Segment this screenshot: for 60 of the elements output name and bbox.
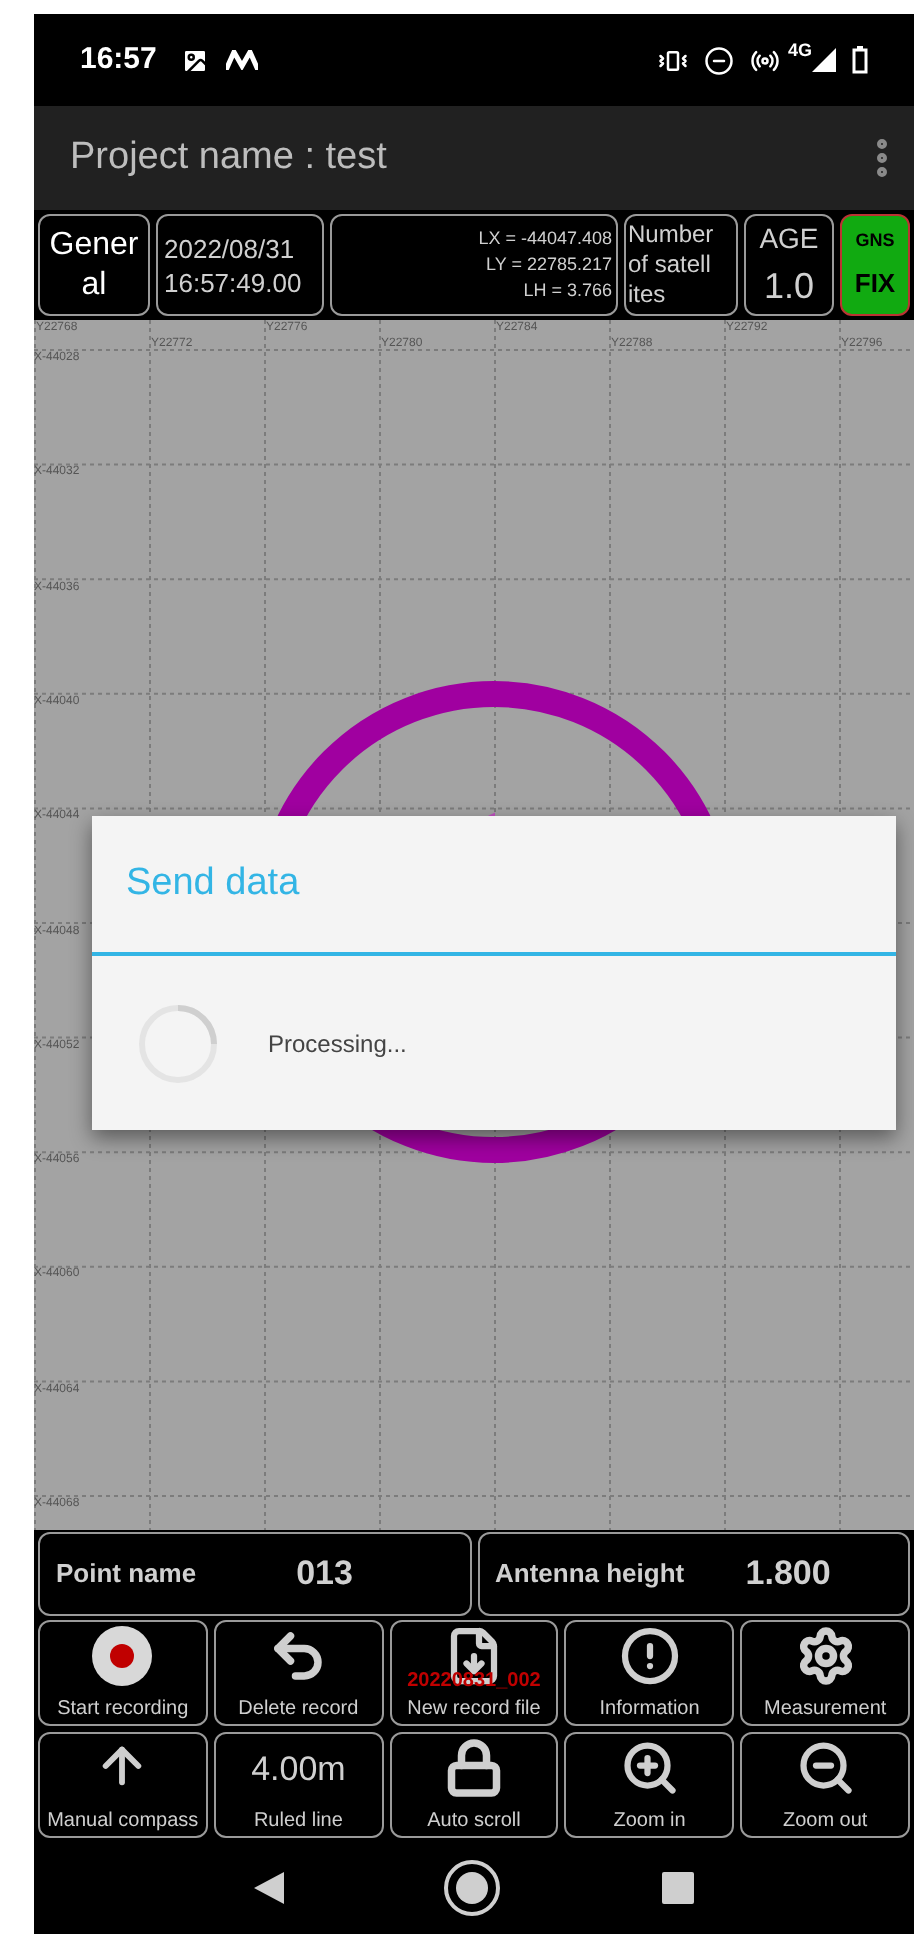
network-type: 4G bbox=[787, 38, 812, 65]
lock-icon bbox=[443, 1738, 504, 1798]
coordinate-text: LY = 22785.217 bbox=[486, 252, 612, 278]
info-icon bbox=[619, 1626, 680, 1686]
record-icon bbox=[92, 1626, 153, 1686]
satellites-cell: Number of satell ites bbox=[624, 214, 738, 316]
toolbar-button[interactable]: 4.00m Ruled line bbox=[213, 1732, 384, 1838]
time-text: 16:57:49.00 bbox=[164, 265, 304, 299]
project-title: Project name : test bbox=[70, 133, 389, 182]
button-label: Delete record bbox=[238, 1698, 359, 1722]
field-value: 1.800 bbox=[743, 1552, 833, 1597]
mode-cell: Gener al bbox=[38, 214, 150, 316]
hotspot-icon bbox=[749, 45, 780, 75]
button-label: Manual compass bbox=[47, 1810, 199, 1834]
field-label: Point name bbox=[56, 1556, 197, 1593]
age-value: 1.0 bbox=[763, 263, 815, 309]
button-label: Information bbox=[599, 1698, 700, 1722]
button-label: Start recording bbox=[57, 1698, 189, 1722]
age-label: AGE bbox=[759, 219, 819, 257]
mountain-logo-icon bbox=[226, 50, 259, 70]
toolbar-button[interactable]: Auto scroll bbox=[389, 1732, 559, 1838]
button-label: Measurement bbox=[764, 1698, 887, 1722]
back-icon[interactable] bbox=[253, 1871, 284, 1903]
vibrate-icon bbox=[657, 45, 688, 75]
loading-spinner-icon bbox=[138, 1003, 218, 1083]
status-time: 16:57 bbox=[80, 39, 157, 80]
recents-icon[interactable] bbox=[662, 1871, 695, 1903]
coordinate-text: LH = 3.766 bbox=[523, 278, 612, 304]
signal-icon bbox=[812, 48, 836, 72]
button-label: New record file bbox=[407, 1698, 541, 1722]
gnss-label: GNS bbox=[855, 228, 895, 254]
toolbar-button[interactable]: Measurement bbox=[740, 1620, 910, 1726]
battery-icon bbox=[852, 46, 868, 74]
gnss-value: FIX bbox=[854, 265, 896, 301]
processing-message: Processing... bbox=[268, 1027, 407, 1061]
field-value: 013 bbox=[294, 1552, 355, 1597]
toolbar-button[interactable]: Delete record bbox=[213, 1620, 384, 1726]
image-icon bbox=[180, 45, 211, 75]
do-not-disturb-icon bbox=[703, 45, 734, 75]
toolbar-button[interactable]: Zoom in bbox=[564, 1732, 735, 1838]
button-label: Zoom in bbox=[613, 1810, 686, 1834]
field-label: Antenna height bbox=[495, 1556, 685, 1593]
date-text: 2022/08/31 bbox=[164, 231, 297, 265]
button-label: Auto scroll bbox=[427, 1810, 521, 1834]
dialog-title: Send data bbox=[126, 859, 300, 908]
button-label: Zoom out bbox=[782, 1810, 868, 1834]
zoom-in-icon bbox=[619, 1738, 680, 1798]
settings-icon bbox=[795, 1626, 856, 1686]
point-info-cell[interactable]: Point name 013 bbox=[38, 1532, 471, 1616]
toolbar-button[interactable]: Manual compass bbox=[38, 1732, 208, 1838]
coordinate-text: LX = -44047.408 bbox=[478, 226, 612, 252]
point-info-cell[interactable]: Antenna height 1.800 bbox=[477, 1532, 910, 1616]
zoom-out-icon bbox=[795, 1738, 856, 1798]
toolbar-button[interactable]: Zoom out bbox=[740, 1732, 910, 1838]
toolbar-button[interactable]: Start recording bbox=[38, 1620, 208, 1726]
record-file-name: 20220831_002 bbox=[405, 1668, 543, 1696]
toolbar-button[interactable]: Information bbox=[564, 1620, 735, 1726]
toolbar-button[interactable]: 20220831_002 New record file bbox=[389, 1620, 559, 1726]
button-label: Ruled line bbox=[253, 1810, 343, 1834]
home-icon[interactable] bbox=[442, 1857, 503, 1917]
